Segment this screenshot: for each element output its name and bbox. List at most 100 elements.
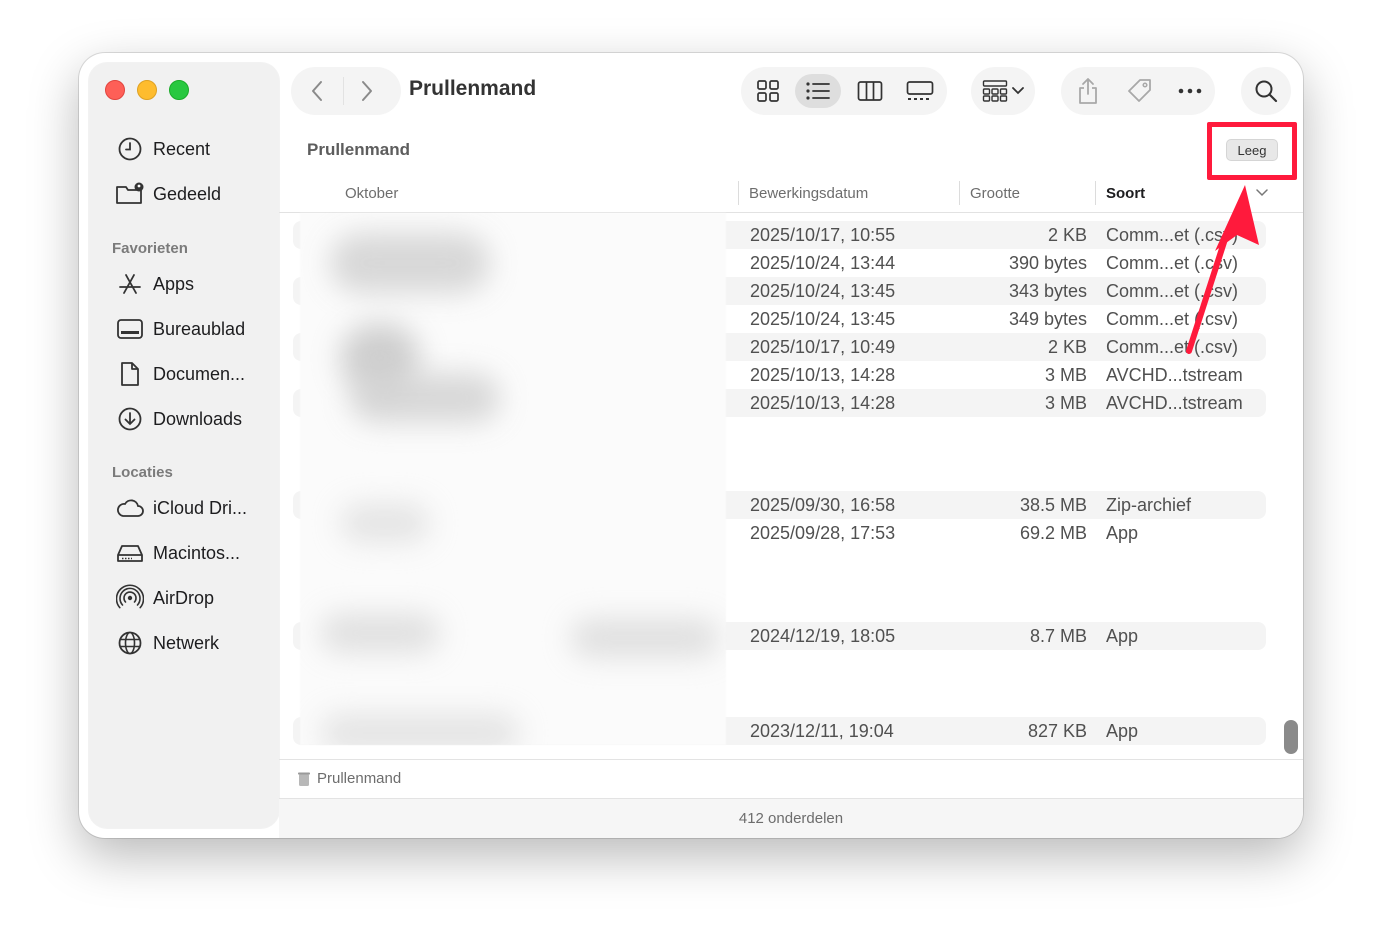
cell-kind: AVCHD...tstream xyxy=(1106,392,1243,413)
sidebar-item-macintosh[interactable]: Macintos... xyxy=(115,536,275,570)
network-globe-icon xyxy=(115,628,145,658)
cell-size: 343 bytes xyxy=(1008,280,1087,301)
download-icon xyxy=(115,404,145,434)
list-icon xyxy=(806,82,830,100)
sidebar-item-downloads[interactable]: Downloads xyxy=(115,402,275,436)
column-divider xyxy=(959,181,960,205)
highlight-box xyxy=(1207,122,1297,180)
cell-size: 349 bytes xyxy=(1008,308,1087,329)
finder-window: Recent Gedeeld Favorieten Apps Bureaubla… xyxy=(79,53,1303,838)
cell-date: 2025/10/24, 13:44 xyxy=(750,252,896,273)
sidebar-item-shared[interactable]: Gedeeld xyxy=(115,177,275,211)
gallery-view-button[interactable] xyxy=(897,74,943,108)
group-by-button[interactable] xyxy=(971,67,1035,115)
sidebar: Recent Gedeeld Favorieten Apps Bureaubla… xyxy=(89,63,279,828)
sidebar-item-label: AirDrop xyxy=(153,587,215,608)
disk-icon xyxy=(115,538,145,568)
path-bar: Prullenmand xyxy=(279,759,1303,799)
trash-icon xyxy=(298,772,310,786)
sidebar-item-network[interactable]: Netwerk xyxy=(115,626,275,660)
column-divider xyxy=(738,181,739,205)
share-icon xyxy=(1079,78,1097,104)
cell-date: 2025/10/17, 10:49 xyxy=(750,336,896,357)
column-header-kind[interactable]: Soort xyxy=(1106,181,1145,205)
status-bar: 412 onderdelen xyxy=(279,799,1303,838)
list-view-button[interactable] xyxy=(795,74,841,108)
blurred-name-column xyxy=(300,213,726,745)
annotation-arrow-icon xyxy=(1186,185,1259,354)
cell-date: 2023/12/11, 19:04 xyxy=(750,720,894,741)
sidebar-item-airdrop[interactable]: AirDrop xyxy=(115,581,275,615)
ellipsis-icon xyxy=(1178,88,1202,94)
cell-kind: App xyxy=(1106,720,1139,741)
favorites-section-title: Favorieten xyxy=(112,240,188,257)
cell-kind: App xyxy=(1106,522,1139,543)
action-buttons xyxy=(1061,67,1215,115)
cell-size: 38.5 MB xyxy=(1019,494,1087,515)
clock-icon xyxy=(115,134,145,164)
cell-size: 3 MB xyxy=(1044,392,1087,413)
column-header-date[interactable]: Bewerkingsdatum xyxy=(749,181,868,205)
sidebar-item-label: Recent xyxy=(153,138,211,159)
view-mode-switcher xyxy=(741,67,947,115)
sidebar-item-icloud[interactable]: iCloud Dri... xyxy=(115,491,275,525)
cell-date: 2025/10/24, 13:45 xyxy=(750,308,896,329)
sidebar-item-label: Macintos... xyxy=(153,542,241,563)
column-header-name[interactable]: Oktober xyxy=(345,181,398,205)
sidebar-item-recent[interactable]: Recent xyxy=(115,132,275,166)
scrollbar-thumb[interactable] xyxy=(1284,720,1298,754)
sidebar-item-label: Documen... xyxy=(153,363,246,384)
icon-view-button[interactable] xyxy=(745,74,791,108)
divider xyxy=(343,77,344,105)
cell-date: 2025/09/28, 17:53 xyxy=(750,522,896,543)
cell-kind: AVCHD...tstream xyxy=(1106,364,1243,385)
gallery-icon xyxy=(906,81,934,100)
apps-icon xyxy=(115,269,145,299)
sidebar-item-label: Apps xyxy=(153,273,195,294)
tag-icon xyxy=(1128,79,1151,102)
group-grid-icon xyxy=(982,80,1008,102)
sidebar-item-label: Downloads xyxy=(153,408,243,429)
sidebar-item-apps[interactable]: Apps xyxy=(115,267,275,301)
cell-size: 827 KB xyxy=(1027,720,1087,741)
cell-kind: Zip-archief xyxy=(1106,494,1192,515)
cell-size: 3 MB xyxy=(1044,364,1087,385)
close-window-button[interactable] xyxy=(105,80,125,100)
chevron-down-icon xyxy=(1012,87,1024,95)
cell-size: 390 bytes xyxy=(1008,252,1087,273)
vertical-scrollbar[interactable] xyxy=(1284,216,1298,756)
grid-icon xyxy=(757,80,779,102)
cell-date: 2025/10/17, 10:55 xyxy=(750,224,896,245)
cell-kind: App xyxy=(1106,625,1139,646)
shared-folder-icon xyxy=(115,179,145,209)
window-controls xyxy=(105,80,189,100)
window-title: Prullenmand xyxy=(409,77,537,100)
zoom-window-button[interactable] xyxy=(169,80,189,100)
columns-icon xyxy=(857,81,883,101)
search-icon xyxy=(1255,80,1278,103)
share-button[interactable] xyxy=(1073,77,1103,105)
path-label: Prullenmand xyxy=(317,770,402,787)
forward-button[interactable] xyxy=(354,78,380,104)
desktop-icon xyxy=(115,314,145,344)
column-divider xyxy=(1095,181,1096,205)
sidebar-item-desktop[interactable]: Bureaublad xyxy=(115,312,275,346)
sidebar-item-label: Bureaublad xyxy=(153,318,246,339)
search-button[interactable] xyxy=(1241,67,1291,115)
column-view-button[interactable] xyxy=(847,74,893,108)
locations-section-title: Locaties xyxy=(112,464,173,481)
cell-size: 2 KB xyxy=(1047,224,1087,245)
sidebar-item-label: iCloud Dri... xyxy=(153,497,248,518)
tag-button[interactable] xyxy=(1125,77,1155,105)
cell-size: 2 KB xyxy=(1047,336,1087,357)
sidebar-item-label: Netwerk xyxy=(153,632,220,653)
document-icon xyxy=(115,359,145,389)
back-button[interactable] xyxy=(304,78,330,104)
minimize-window-button[interactable] xyxy=(137,80,157,100)
chevron-left-icon xyxy=(312,81,322,101)
sidebar-item-documents[interactable]: Documen... xyxy=(115,357,275,391)
column-header-size[interactable]: Grootte xyxy=(970,181,1020,205)
more-button[interactable] xyxy=(1175,77,1205,105)
cell-date: 2025/10/24, 13:45 xyxy=(750,280,896,301)
path-item-trash[interactable]: Prullenmand xyxy=(297,770,401,787)
